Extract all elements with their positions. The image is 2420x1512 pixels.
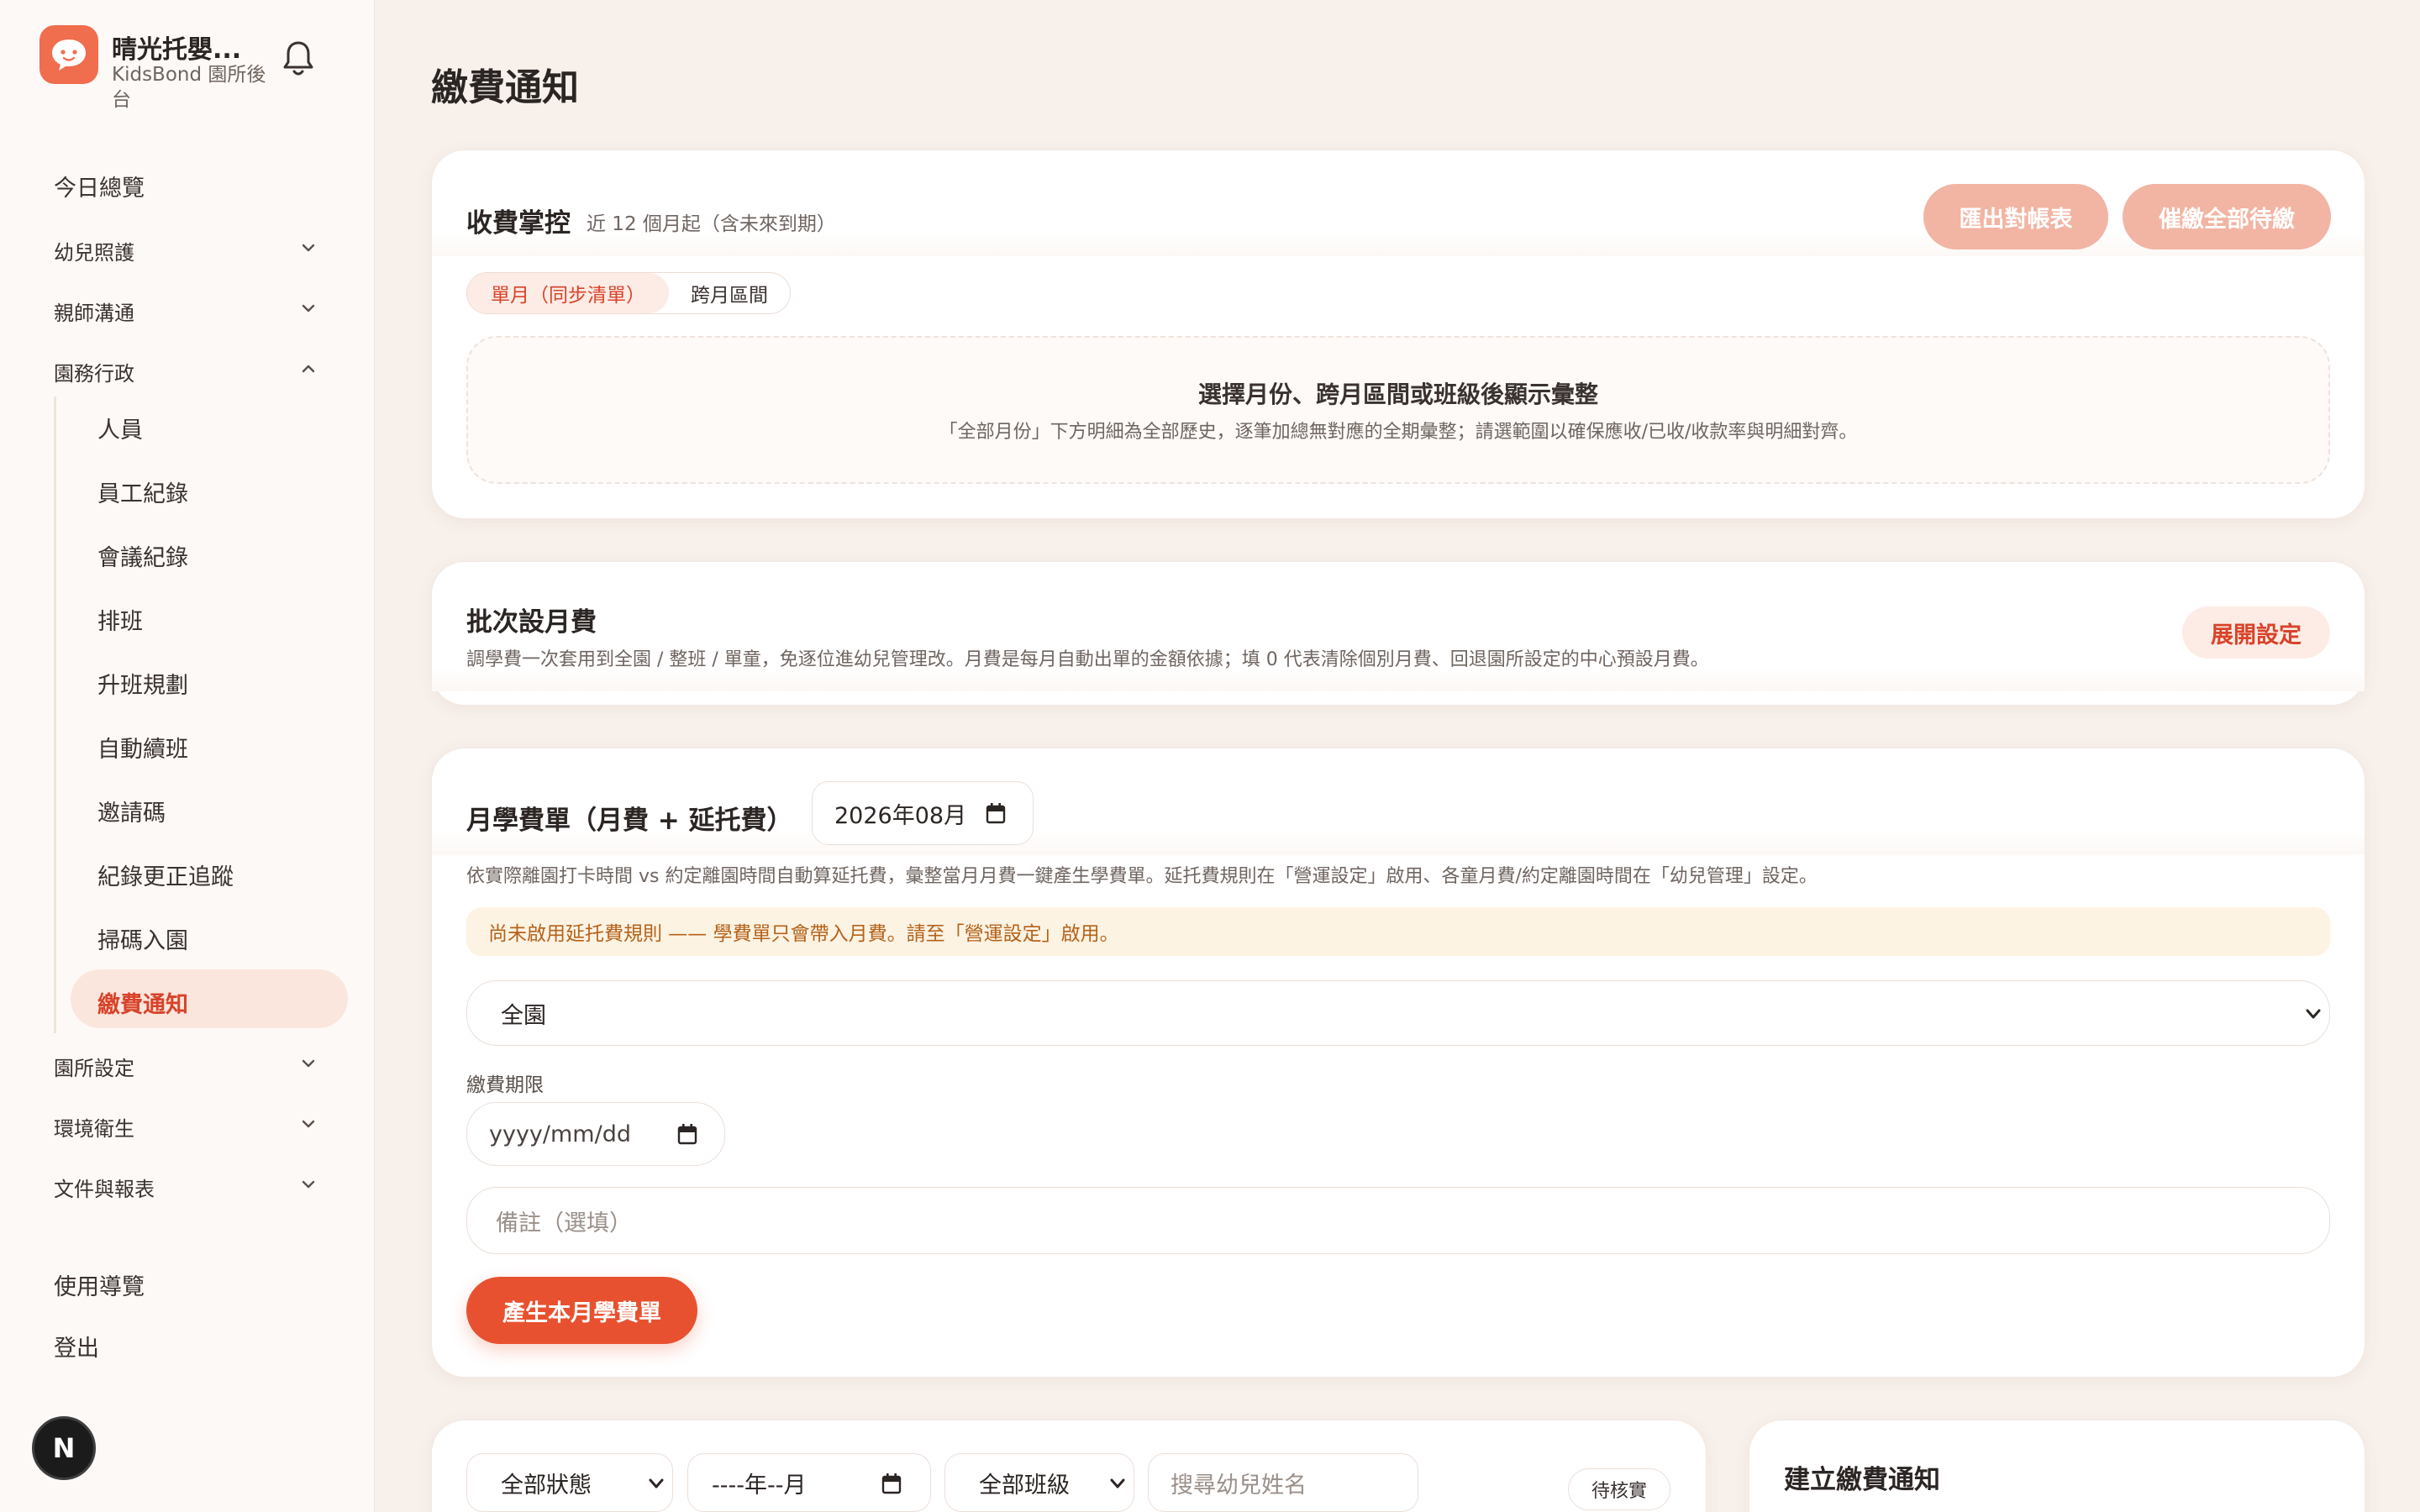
- monthly-bill-desc: 依實際離園打卡時間 vs 約定離園時間自動算延托費，彙整當月月費一鍵產生學費單。…: [466, 866, 1818, 887]
- sidebar-item-staff[interactable]: 人員: [97, 412, 143, 444]
- batch-fee-card: [431, 561, 2365, 706]
- sidebar-item-payment-notice[interactable]: 繳費通知: [97, 986, 188, 1019]
- child-name-search-input[interactable]: 搜尋幼兒姓名: [1148, 1453, 1418, 1512]
- submenu-divider: [54, 396, 56, 1033]
- status-filter-value: 全部狀態: [501, 1472, 592, 1499]
- chevron-down-icon[interactable]: [299, 299, 318, 318]
- page-title: 繳費通知: [431, 66, 579, 109]
- tab-month-range[interactable]: 跨月區間: [669, 273, 790, 313]
- billing-overview-title: 收費掌控: [466, 208, 571, 239]
- sidebar-item-auto-renew[interactable]: 自動續班: [97, 731, 188, 764]
- empty-state-title: 選擇月份、跨月區間或班級後顯示彙整: [1197, 381, 1598, 408]
- nav-group-settings[interactable]: 園所設定: [54, 1052, 134, 1081]
- nav-group-parent-comm[interactable]: 親師溝通: [54, 297, 134, 326]
- calendar-icon[interactable]: [986, 802, 1006, 824]
- nav-group-child-care[interactable]: 幼兒照護: [54, 236, 134, 265]
- summary-empty-state: 選擇月份、跨月區間或班級後顯示彙整 「全部月份」下方明細為全部歷史，逐筆加總無對…: [466, 336, 2330, 484]
- sidebar-item-record-corrections[interactable]: 紀錄更正追蹤: [97, 858, 234, 891]
- due-date-input[interactable]: yyyy/mm/dd: [466, 1102, 725, 1166]
- status-filter-select[interactable]: 全部狀態: [466, 1453, 673, 1512]
- chevron-down-icon[interactable]: [299, 239, 318, 257]
- batch-fee-title: 批次設月費: [466, 607, 597, 638]
- chevron-up-icon[interactable]: [299, 360, 318, 378]
- export-statement-button[interactable]: 匯出對帳表: [1923, 184, 2108, 249]
- sidebar: 晴光托嬰... KidsBond 園所後台 今日總覽 幼兒照護 親師溝通 園務行…: [0, 0, 375, 1512]
- sidebar-item-meeting-records[interactable]: 會議紀錄: [97, 539, 188, 572]
- due-date-placeholder: yyyy/mm/dd: [489, 1121, 631, 1147]
- note-placeholder: 備註（選填）: [496, 1210, 632, 1236]
- calendar-icon[interactable]: [677, 1123, 697, 1145]
- nav-today-overview[interactable]: 今日總覽: [54, 170, 145, 202]
- brand-subtitle: KidsBond 園所後台: [112, 64, 266, 111]
- card-header-fade: [432, 668, 2365, 691]
- brand: 晴光托嬰... KidsBond 園所後台: [39, 25, 367, 118]
- chevron-down-icon[interactable]: [299, 1115, 318, 1133]
- chevron-down-icon: [649, 1478, 664, 1488]
- scope-select-value: 全園: [501, 1002, 546, 1029]
- sidebar-item-staff-records[interactable]: 員工紀錄: [97, 475, 188, 508]
- create-notice-title: 建立繳費通知: [1784, 1465, 1940, 1495]
- note-input[interactable]: 備註（選填）: [466, 1187, 2330, 1254]
- nav-group-docs-reports[interactable]: 文件與報表: [54, 1173, 155, 1202]
- sidebar-item-invite-code[interactable]: 邀請碼: [97, 795, 166, 827]
- nav-group-hygiene[interactable]: 環境衛生: [54, 1112, 134, 1142]
- nav-group-admin[interactable]: 園務行政: [54, 357, 134, 386]
- calendar-icon[interactable]: [881, 1473, 902, 1494]
- tab-single-month[interactable]: 單月（同步清單）: [467, 273, 669, 313]
- month-filter-input[interactable]: ----年--月: [687, 1453, 931, 1512]
- avatar[interactable]: N: [32, 1416, 96, 1480]
- chevron-down-icon[interactable]: [299, 1175, 318, 1194]
- sidebar-item-qr-checkin[interactable]: 掃碼入園: [97, 922, 188, 955]
- bell-icon[interactable]: [281, 39, 315, 79]
- monthly-bill-card: [431, 748, 2365, 1378]
- chevron-down-icon: [1110, 1478, 1125, 1488]
- class-filter-value: 全部班級: [979, 1472, 1070, 1499]
- pending-verify-filter[interactable]: 待核實: [1568, 1468, 1670, 1510]
- sidebar-item-class-promotion[interactable]: 升班規劃: [97, 667, 188, 700]
- billing-overview-subtitle: 近 12 個月起（含未來到期）: [587, 213, 836, 235]
- empty-state-desc: 「全部月份」下方明細為全部歷史，逐筆加總無對應的全期彙整；請選範圍以確保應收/已…: [939, 422, 1858, 443]
- range-mode-toggle: 單月（同步清單） 跨月區間: [466, 272, 791, 314]
- chevron-down-icon[interactable]: [299, 1054, 318, 1073]
- scope-select[interactable]: 全園: [466, 980, 2330, 1046]
- bill-month-value: 2026年08月: [834, 802, 967, 829]
- bill-month-picker[interactable]: 2026年08月: [812, 781, 1034, 845]
- nav-user-guide[interactable]: 使用導覽: [54, 1268, 145, 1301]
- sidebar-item-scheduling[interactable]: 排班: [97, 603, 143, 636]
- generate-monthly-bill-button[interactable]: 產生本月學費單: [466, 1277, 697, 1344]
- monthly-bill-title: 月學費單（月費 + 延托費）: [466, 806, 793, 836]
- search-placeholder: 搜尋幼兒姓名: [1171, 1472, 1307, 1499]
- due-date-label: 繳費期限: [466, 1074, 544, 1096]
- remind-all-pending-button[interactable]: 催繳全部待繳: [2123, 184, 2331, 249]
- expand-settings-button[interactable]: 展開設定: [2182, 606, 2330, 659]
- month-filter-placeholder: ----年--月: [712, 1472, 807, 1499]
- class-filter-select[interactable]: 全部班級: [944, 1453, 1134, 1512]
- batch-fee-desc: 調學費一次套用到全園 / 整班 / 單童，免逐位進幼兒管理改。月費是每月自動出單…: [466, 649, 1709, 670]
- nav-logout[interactable]: 登出: [54, 1330, 99, 1362]
- late-fee-warning: 尚未啟用延托費規則 —— 學費單只會帶入月費。請至「營運設定」啟用。: [466, 907, 2330, 956]
- chevron-down-icon: [2306, 1009, 2321, 1019]
- brand-name: 晴光托嬰...: [112, 35, 242, 65]
- chat-bubble-logo-icon: [39, 25, 98, 84]
